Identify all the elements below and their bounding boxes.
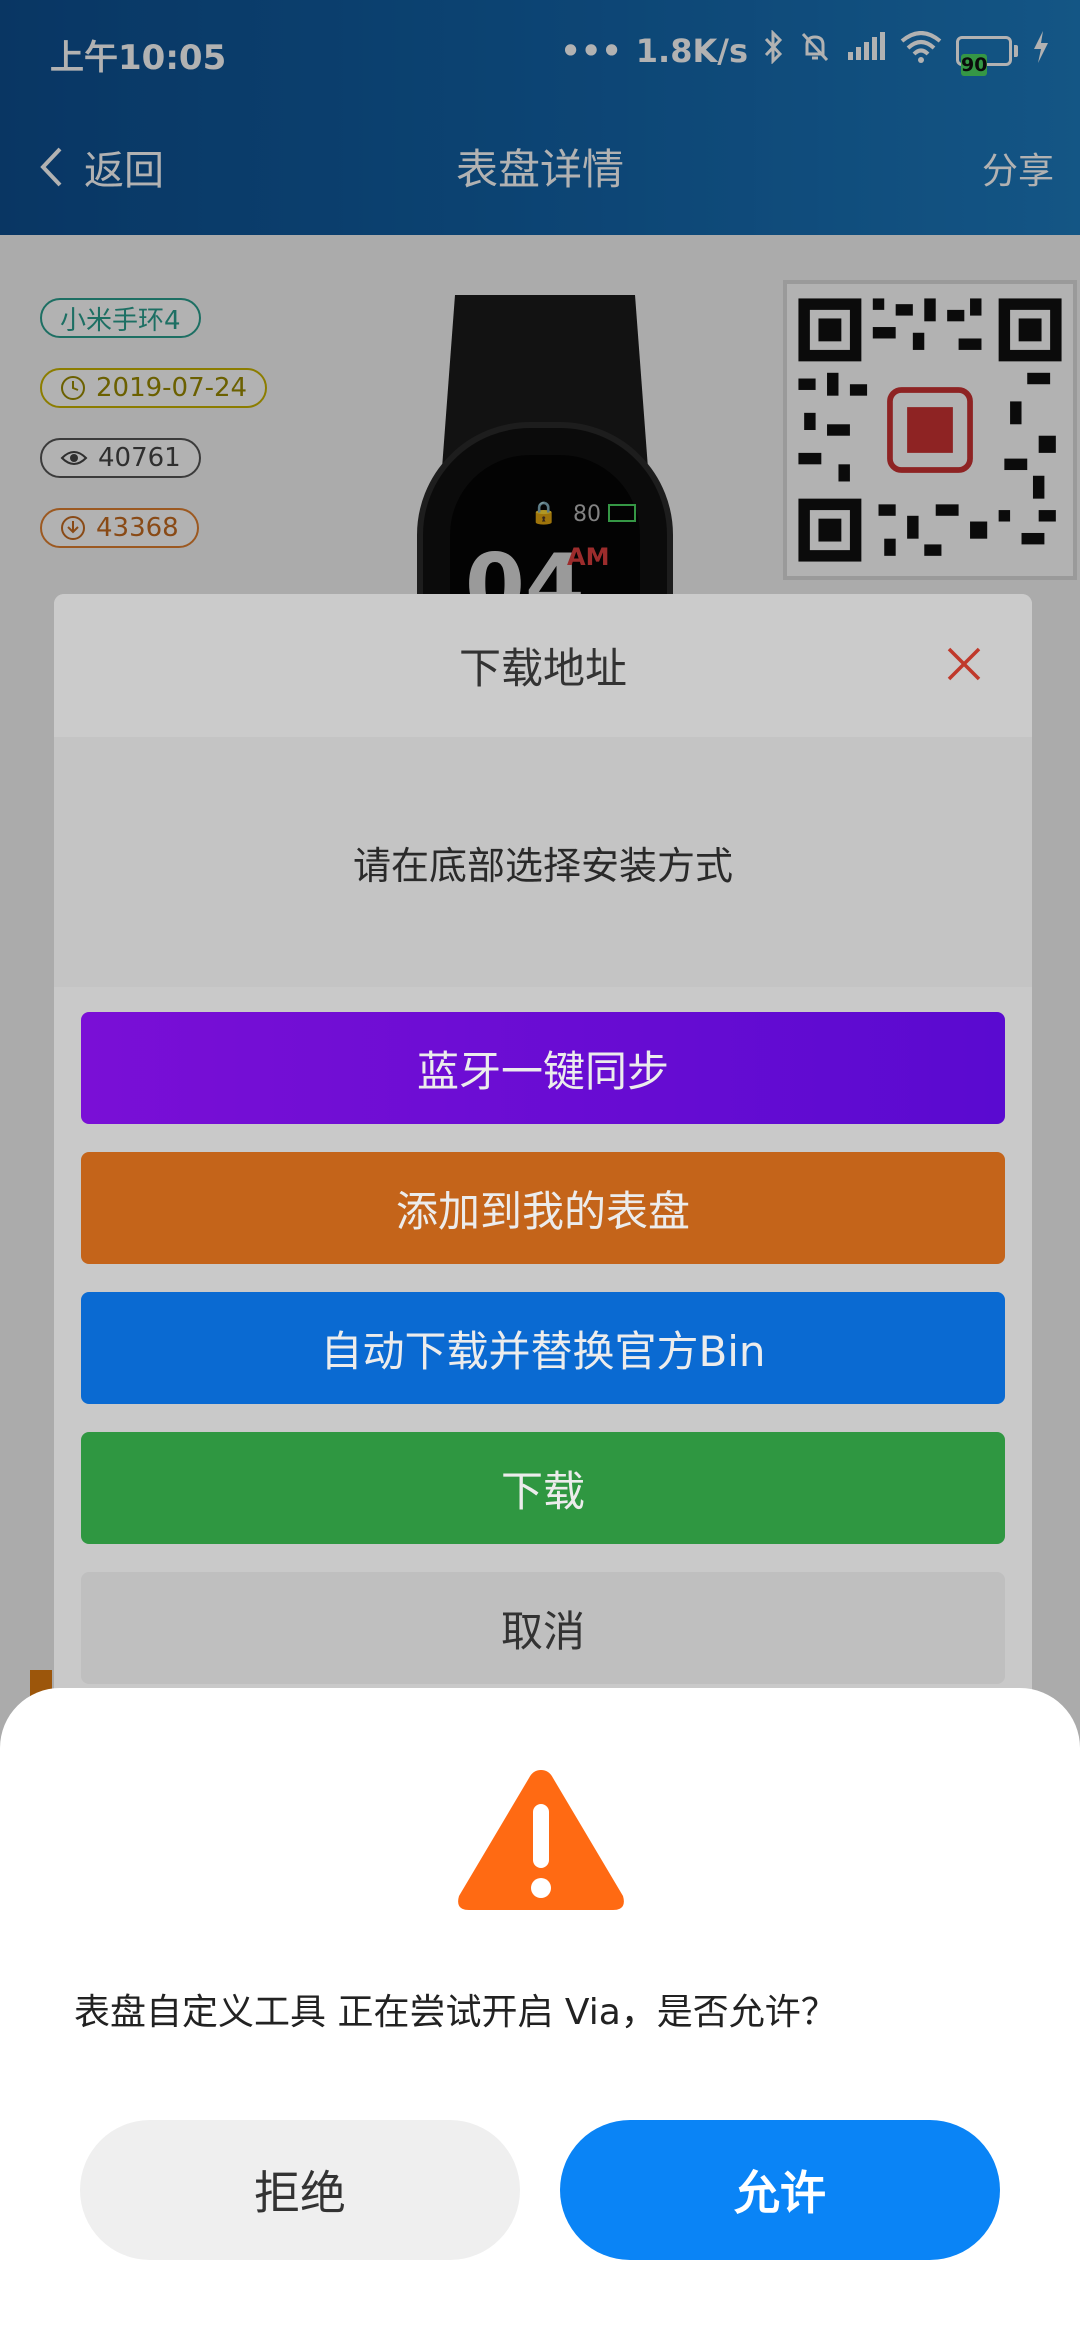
download-button[interactable]: 下载	[81, 1432, 1005, 1544]
bluetooth-sync-button[interactable]: 蓝牙一键同步	[81, 1012, 1005, 1124]
download-dialog: 下载地址 请在底部选择安装方式 蓝牙一键同步 添加到我的表盘 自动下载并替换官方…	[54, 594, 1032, 1754]
add-to-faces-button[interactable]: 添加到我的表盘	[81, 1152, 1005, 1264]
dialog-message: 请在底部选择安装方式	[352, 843, 733, 888]
close-icon[interactable]	[944, 644, 984, 684]
auto-download-replace-button[interactable]: 自动下载并替换官方Bin	[81, 1292, 1005, 1404]
allow-button[interactable]: 允许	[560, 2120, 1000, 2260]
permission-sheet: 表盘自定义工具 正在尝试开启 Via，是否允许？ 拒绝 允许	[0, 1688, 1080, 2340]
dialog-button-list: 蓝牙一键同步 添加到我的表盘 自动下载并替换官方Bin 下载 取消	[54, 987, 1032, 1684]
cancel-button[interactable]: 取消	[81, 1572, 1005, 1684]
dialog-body: 请在底部选择安装方式	[54, 737, 1032, 987]
deny-button[interactable]: 拒绝	[80, 2120, 520, 2260]
warning-icon	[458, 1770, 624, 1910]
dialog-header: 下载地址	[54, 594, 1032, 737]
permission-message: 表盘自定义工具 正在尝试开启 Via，是否允许？	[74, 1992, 837, 2033]
dialog-title: 下载地址	[458, 644, 627, 693]
